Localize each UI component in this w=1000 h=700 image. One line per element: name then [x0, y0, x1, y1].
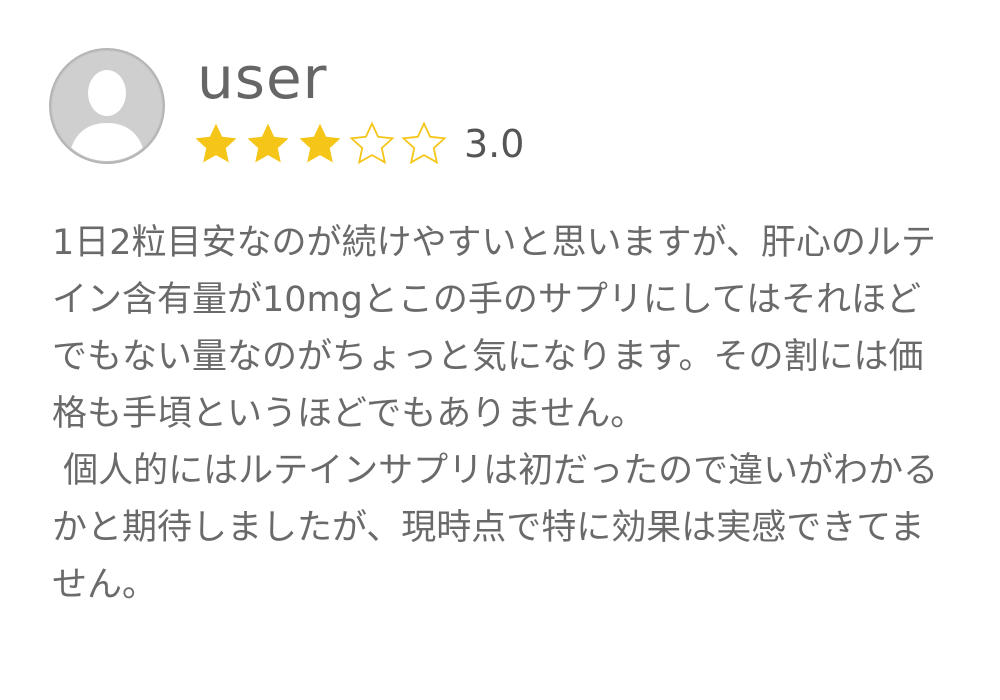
star-filled-icon: [296, 120, 348, 168]
review-paragraph: 1日2粒目安なのが続けやすいと思いますが、肝心のルテイン含有量が10mgとこの手…: [52, 223, 936, 434]
star-outline-icon: [348, 120, 400, 168]
user-name: user: [197, 44, 328, 112]
star-rating: 3.0: [192, 118, 524, 170]
avatar: [48, 47, 166, 165]
rating-value: 3.0: [464, 122, 525, 166]
review-card: user 3.0 1日2粒目安なのが続けやすいと思いますが、肝心のルテイン含有量…: [0, 0, 1000, 700]
review-paragraph: 個人的にはルテインサプリは初だったので違いがわかるかと期待しましたが、現時点で特…: [52, 451, 939, 605]
star-filled-icon: [244, 120, 296, 168]
user-silhouette-icon: [49, 48, 165, 164]
review-body: 1日2粒目安なのが続けやすいと思いますが、肝心のルテイン含有量が10mgとこの手…: [52, 215, 952, 614]
star-outline-icon: [400, 120, 452, 168]
star-filled-icon: [192, 120, 244, 168]
